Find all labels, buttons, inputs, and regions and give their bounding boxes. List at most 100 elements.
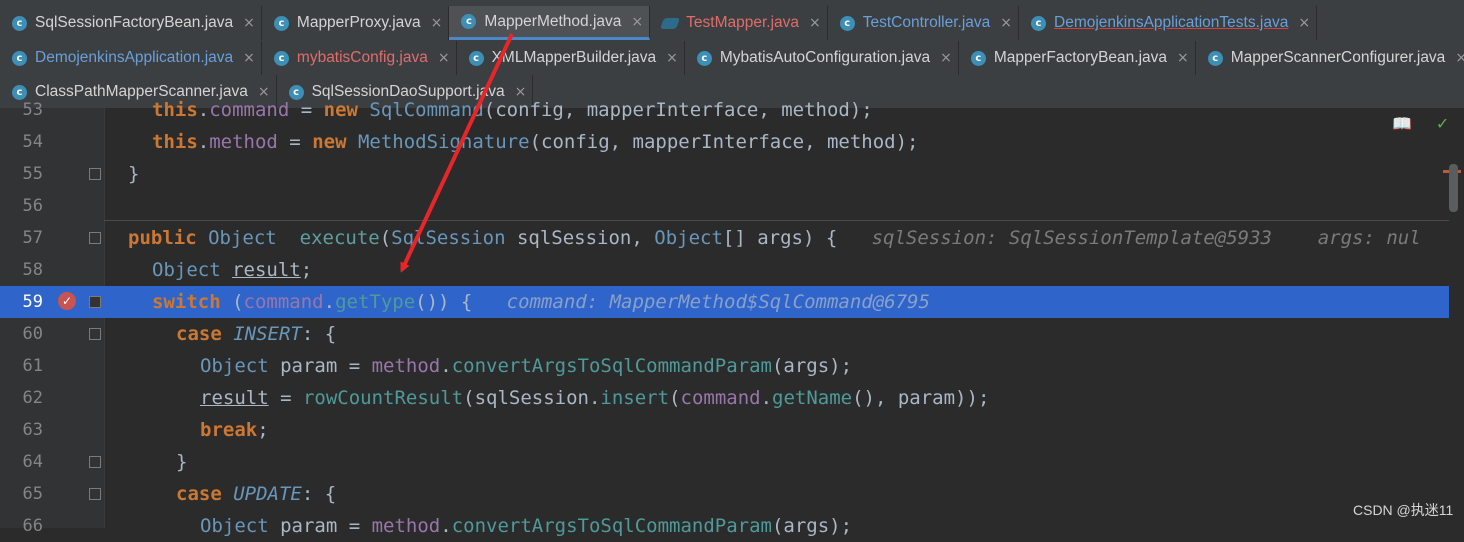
scrollbar-thumb[interactable] xyxy=(1449,164,1458,212)
watermark: CSDN @执迷11 xyxy=(1353,502,1454,518)
class-icon: c xyxy=(273,15,289,31)
line-number: 54 xyxy=(22,132,43,152)
code-text: this.command = new SqlCommand(config, ma… xyxy=(152,99,873,121)
tab-label: TestMapper.java xyxy=(686,14,800,31)
close-icon[interactable]: × xyxy=(1177,50,1189,66)
editor-tab[interactable]: c SqlSessionFactoryBean.java × xyxy=(0,6,262,40)
line-number: 65 xyxy=(22,484,43,504)
tab-label: mybatisConfig.java xyxy=(296,49,428,66)
inline-debug-hint: sqlSession: SqlSessionTemplate@5933 args… xyxy=(837,227,1421,249)
code-line[interactable]: 64 } xyxy=(0,446,1460,478)
editor-tab-bar: c SqlSessionFactoryBean.java × c MapperProxy… xyxy=(0,0,1464,109)
editor-tab[interactable]: c DemojenkinsApplicationTests.java × xyxy=(1019,6,1318,40)
code-text: Object result; xyxy=(152,259,313,281)
code-line[interactable]: 56 xyxy=(0,190,1460,222)
class-icon: c xyxy=(461,14,477,29)
tab-row-1: c SqlSessionFactoryBean.java × c MapperProxy… xyxy=(0,6,1318,40)
editor-tab[interactable]: c XMLMapperBuilder.java × xyxy=(456,41,685,75)
test-mapper-icon xyxy=(660,17,681,29)
breakpoint-icon[interactable]: ✓ xyxy=(58,292,76,310)
close-icon[interactable]: × xyxy=(243,50,255,66)
editor-tab[interactable]: c TestController.java × xyxy=(827,6,1019,40)
line-number: 59 xyxy=(22,292,43,312)
tab-label: MapperScannerConfigurer.java xyxy=(1230,49,1446,66)
code-editor[interactable]: 53 this.command = new SqlCommand(config,… xyxy=(0,99,1464,537)
class-icon: c xyxy=(12,50,27,66)
line-number: 58 xyxy=(22,260,43,280)
code-text: case INSERT: { xyxy=(176,323,337,345)
close-icon[interactable]: × xyxy=(940,50,952,66)
line-number: 57 xyxy=(22,228,43,248)
line-number: 62 xyxy=(22,388,43,408)
tab-label: MapperProxy.java xyxy=(296,14,421,31)
close-icon[interactable]: × xyxy=(666,50,678,66)
fold-marker-icon[interactable] xyxy=(89,488,101,500)
close-icon[interactable]: × xyxy=(431,15,443,31)
code-text: } xyxy=(176,451,188,473)
tab-label: SqlSessionFactoryBean.java xyxy=(35,14,234,31)
close-icon[interactable]: × xyxy=(1298,15,1310,31)
tab-label: MybatisAutoConfiguration.java xyxy=(719,49,931,66)
code-line[interactable]: 60 case INSERT: { xyxy=(0,318,1460,350)
tab-label: XMLMapperBuilder.java xyxy=(491,49,657,66)
code-line[interactable]: 55 } xyxy=(0,158,1460,190)
tab-label: TestController.java xyxy=(862,14,991,31)
code-line[interactable]: 63 break; xyxy=(0,414,1460,446)
editor-tab[interactable]: c DemojenkinsApplication.java × xyxy=(0,41,262,75)
book-icon[interactable]: 📖 xyxy=(1392,114,1412,133)
tab-label: MapperFactoryBean.java xyxy=(993,49,1168,66)
tab-label: DemojenkinsApplication.java xyxy=(35,49,234,66)
code-line[interactable]: 54 this.method = new MethodSignature(con… xyxy=(0,126,1460,158)
editor-tab[interactable]: c MapperMethod.java × xyxy=(449,6,651,40)
code-line[interactable]: 53 this.command = new SqlCommand(config,… xyxy=(0,94,1460,126)
fold-marker-icon[interactable] xyxy=(89,296,101,308)
code-text: Object param = method.convertArgsToSqlCo… xyxy=(200,355,853,377)
editor-tab[interactable]: c mybatisConfig.java × xyxy=(261,41,457,75)
fold-marker-icon[interactable] xyxy=(89,168,101,180)
code-text: public Object execute(SqlSession sqlSess… xyxy=(128,227,1421,249)
class-icon: c xyxy=(839,15,855,31)
inline-debug-hint: command: MapperMethod$SqlCommand@6795 xyxy=(472,291,930,313)
close-icon[interactable]: × xyxy=(243,15,255,31)
code-text: result = rowCountResult(sqlSession.inser… xyxy=(200,387,990,409)
close-icon[interactable]: × xyxy=(1000,15,1012,31)
line-number: 60 xyxy=(22,324,43,344)
class-icon: c xyxy=(970,50,986,66)
code-line[interactable]: 57 public Object execute(SqlSession sqlS… xyxy=(0,222,1460,254)
current-execution-line[interactable]: 59 ✓ switch (command.getType()) { comman… xyxy=(0,286,1460,318)
fold-marker-icon[interactable] xyxy=(89,328,101,340)
code-text: this.method = new MethodSignature(config… xyxy=(152,131,919,153)
tab-label: MapperMethod.java xyxy=(484,12,622,30)
editor-tab[interactable]: c MapperScannerConfigurer.java × xyxy=(1195,41,1464,75)
close-icon[interactable]: × xyxy=(1455,50,1464,66)
code-text: case UPDATE: { xyxy=(176,483,337,505)
class-icon: c xyxy=(1031,15,1046,31)
close-icon[interactable]: × xyxy=(438,50,450,66)
line-number: 61 xyxy=(22,356,43,376)
code-text: Object param = method.convertArgsToSqlCo… xyxy=(200,515,853,537)
close-icon[interactable]: × xyxy=(809,15,821,31)
class-icon: c xyxy=(1207,50,1223,66)
code-line[interactable]: 65 case UPDATE: { xyxy=(0,478,1460,510)
code-line[interactable]: 61 Object param = method.convertArgsToSq… xyxy=(0,350,1460,382)
editor-tab[interactable]: TestMapper.java × xyxy=(650,6,828,40)
editor-tab[interactable]: c MybatisAutoConfiguration.java × xyxy=(684,41,959,75)
close-icon[interactable]: × xyxy=(631,14,643,30)
editor-inline-toolbar: 📖 ✓ xyxy=(1392,114,1449,133)
code-text: } xyxy=(128,163,140,185)
code-text: break; xyxy=(200,419,269,441)
fold-marker-icon[interactable] xyxy=(89,232,101,244)
check-icon[interactable]: ✓ xyxy=(1436,114,1449,133)
line-number: 64 xyxy=(22,452,43,472)
class-icon: c xyxy=(273,50,289,66)
code-line[interactable]: 58 Object result; xyxy=(0,254,1460,286)
editor-tab[interactable]: c MapperFactoryBean.java × xyxy=(958,41,1196,75)
line-number: 53 xyxy=(22,100,43,120)
code-line[interactable]: 62 result = rowCountResult(sqlSession.in… xyxy=(0,382,1460,414)
code-line[interactable]: 66 Object param = method.convertArgsToSq… xyxy=(0,510,1460,542)
tab-row-2: c DemojenkinsApplication.java × c mybatisCon… xyxy=(0,41,1464,75)
class-icon: c xyxy=(696,50,712,66)
fold-marker-icon[interactable] xyxy=(89,456,101,468)
line-number: 66 xyxy=(22,516,43,536)
editor-tab[interactable]: c MapperProxy.java × xyxy=(261,6,450,40)
